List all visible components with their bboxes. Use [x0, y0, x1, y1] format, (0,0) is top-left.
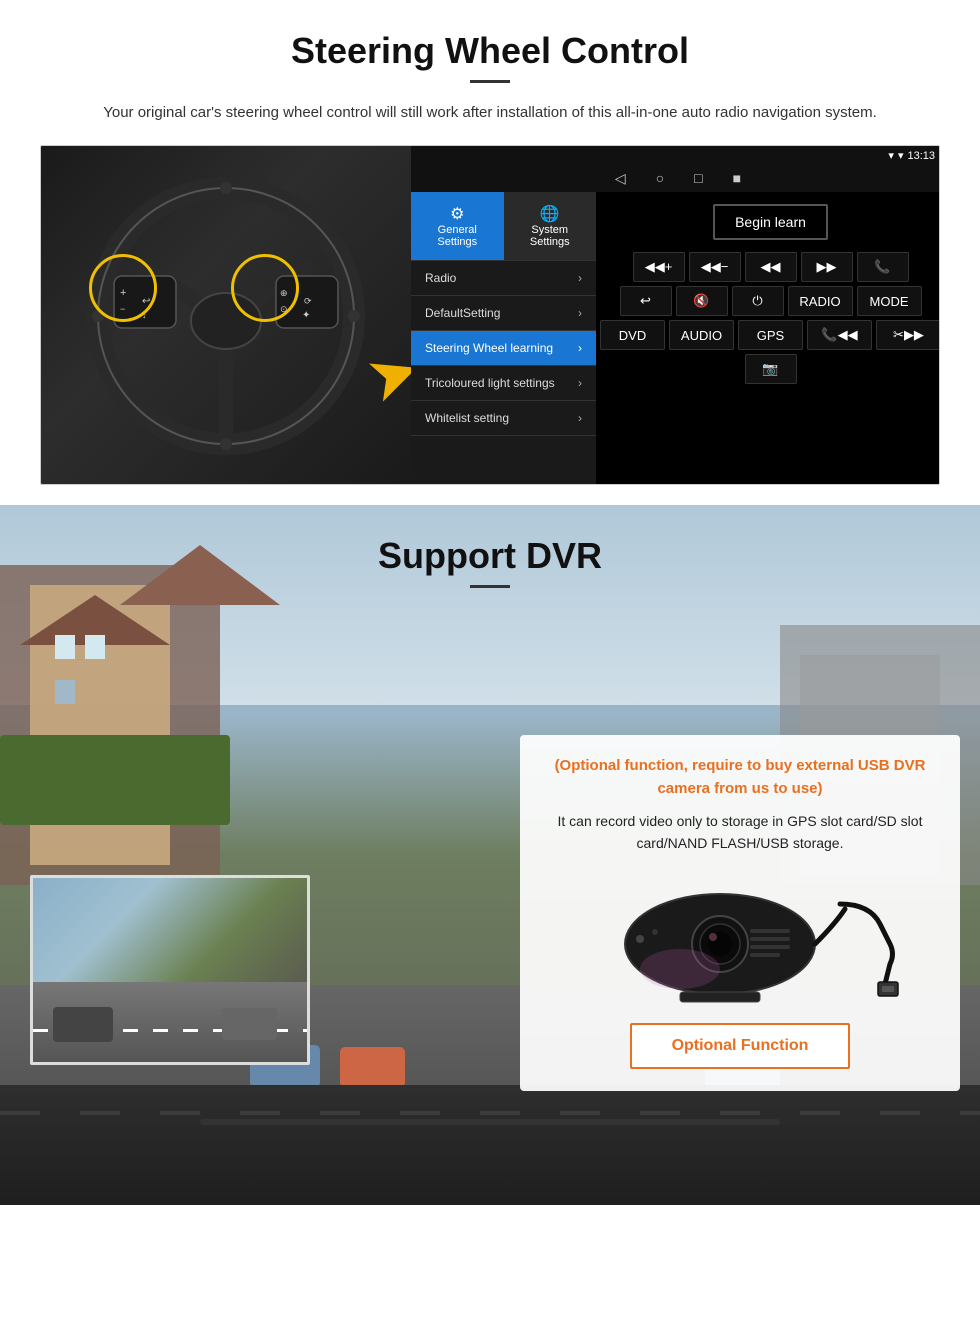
dvr-title-area: Support DVR — [0, 535, 980, 588]
ctrl-hangup[interactable]: ↩ — [620, 286, 672, 316]
ctrl-audio[interactable]: AUDIO — [669, 320, 734, 350]
menu-item-whitelist[interactable]: Whitelist setting › — [411, 401, 596, 436]
dvr-body-description: It can record video only to storage in G… — [542, 810, 938, 855]
nav-recents[interactable]: □ — [694, 170, 702, 187]
dvr-title-divider — [470, 585, 510, 588]
settings-menu-panel: ⚙ General Settings 🌐 System Settings — [411, 192, 596, 484]
system-settings-icon: 🌐 — [512, 204, 589, 224]
chevron-right-icon: › — [578, 376, 582, 390]
signal-icon: ▾ — [888, 149, 894, 162]
menu-item-default-setting[interactable]: DefaultSetting › — [411, 296, 596, 331]
page-title: Steering Wheel Control — [40, 30, 940, 72]
nav-home[interactable]: ○ — [656, 170, 664, 187]
menu-item-tricoloured[interactable]: Tricoloured light settings › — [411, 366, 596, 401]
hedge — [0, 735, 230, 825]
dvr-thumbnail — [30, 875, 310, 1065]
ctrl-prev-track[interactable]: ◀◀ — [745, 252, 797, 282]
car-2 — [340, 1047, 405, 1085]
ctrl-phone[interactable]: 📞 — [857, 252, 909, 282]
thumb-car-2 — [222, 1008, 277, 1040]
dvr-background: Support DVR (Optional function, require … — [0, 505, 980, 1205]
thumb-scene — [33, 878, 307, 988]
dvr-section: Support DVR (Optional function, require … — [0, 505, 980, 1205]
android-statusbar: ▾ ▾ 13:13 — [411, 146, 940, 165]
begin-learn-button[interactable]: Begin learn — [713, 204, 828, 240]
clock: 13:13 — [907, 150, 935, 162]
title-divider — [470, 80, 510, 83]
ctrl-radio[interactable]: RADIO — [788, 286, 853, 316]
steering-control-panel: Begin learn ◀◀+ ◀◀− ◀◀ ▶▶ 📞 ↩ 🔇 ⏻ — [596, 192, 940, 484]
ctrl-gps[interactable]: GPS — [738, 320, 803, 350]
nav-back[interactable]: ◁ — [615, 170, 626, 187]
section-description: Your original car's steering wheel contr… — [60, 101, 920, 125]
ctrl-vol-down[interactable]: ◀◀− — [689, 252, 741, 282]
dvr-optional-warning: (Optional function, require to buy exter… — [542, 755, 938, 800]
window-3 — [55, 680, 75, 704]
right-button-highlight — [231, 254, 299, 322]
ctrl-dvd[interactable]: DVD — [600, 320, 665, 350]
ctrl-next-track[interactable]: ▶▶ — [801, 252, 853, 282]
statusbar-icons: ▾ ▾ 13:13 — [888, 149, 935, 162]
thumb-car-1 — [53, 1007, 113, 1042]
android-navbar: ◁ ○ □ ■ — [411, 165, 940, 192]
chevron-right-icon: › — [578, 306, 582, 320]
svg-text:⟳: ⟳ — [304, 296, 312, 306]
steering-wheel-photo: + − ↩ ↕ ⊕ ⊙ ⟳ ✦ ➤ — [41, 146, 411, 485]
left-button-highlight — [89, 254, 157, 322]
menu-item-steering-wheel[interactable]: Steering Wheel learning › — [411, 331, 596, 366]
ctrl-phone-prev[interactable]: 📞◀◀ — [807, 320, 872, 350]
chevron-right-icon: › — [578, 411, 582, 425]
control-row-3: DVD AUDIO GPS 📞◀◀ ✂▶▶ — [600, 320, 940, 350]
wifi-icon: ▾ — [898, 149, 904, 162]
window-2 — [85, 635, 105, 659]
optional-function-button[interactable]: Optional Function — [630, 1023, 851, 1069]
nav-screenshot[interactable]: ■ — [733, 170, 741, 187]
control-row-4: 📷 — [600, 354, 940, 384]
begin-learn-row: Begin learn — [600, 196, 940, 248]
dashboard-line — [200, 1119, 780, 1125]
dvr-info-card: (Optional function, require to buy exter… — [520, 735, 960, 1091]
ctrl-camera[interactable]: 📷 — [745, 354, 797, 384]
menu-items-list: Radio › DefaultSetting › Steering Wheel … — [411, 261, 596, 484]
ctrl-cut-next[interactable]: ✂▶▶ — [876, 320, 940, 350]
tab-general-settings[interactable]: ⚙ General Settings — [411, 192, 504, 260]
ctrl-mute[interactable]: 🔇 — [676, 286, 728, 316]
ctrl-mode[interactable]: MODE — [857, 286, 922, 316]
window-1 — [55, 635, 75, 659]
dvr-camera-image — [542, 869, 938, 1009]
general-settings-icon: ⚙ — [419, 204, 496, 224]
control-row-2: ↩ 🔇 ⏻ RADIO MODE — [600, 286, 940, 316]
control-row-1: ◀◀+ ◀◀− ◀◀ ▶▶ 📞 — [600, 252, 940, 282]
android-ui-panel: ▾ ▾ 13:13 ◁ ○ □ ■ — [411, 146, 940, 484]
tab-system-settings[interactable]: 🌐 System Settings — [504, 192, 597, 260]
steering-section: Steering Wheel Control Your original car… — [0, 0, 980, 485]
chevron-right-icon: › — [578, 271, 582, 285]
dvr-section-title: Support DVR — [0, 535, 980, 577]
ctrl-vol-up[interactable]: ◀◀+ — [633, 252, 685, 282]
car-interior — [0, 1085, 980, 1205]
android-body: ⚙ General Settings 🌐 System Settings — [411, 192, 940, 484]
chevron-right-icon: › — [578, 341, 582, 355]
ctrl-power[interactable]: ⏻ — [732, 286, 784, 316]
steering-ui-container: + − ↩ ↕ ⊕ ⊙ ⟳ ✦ ➤ — [40, 145, 940, 485]
svg-text:✦: ✦ — [302, 310, 310, 321]
menu-item-radio[interactable]: Radio › — [411, 261, 596, 296]
